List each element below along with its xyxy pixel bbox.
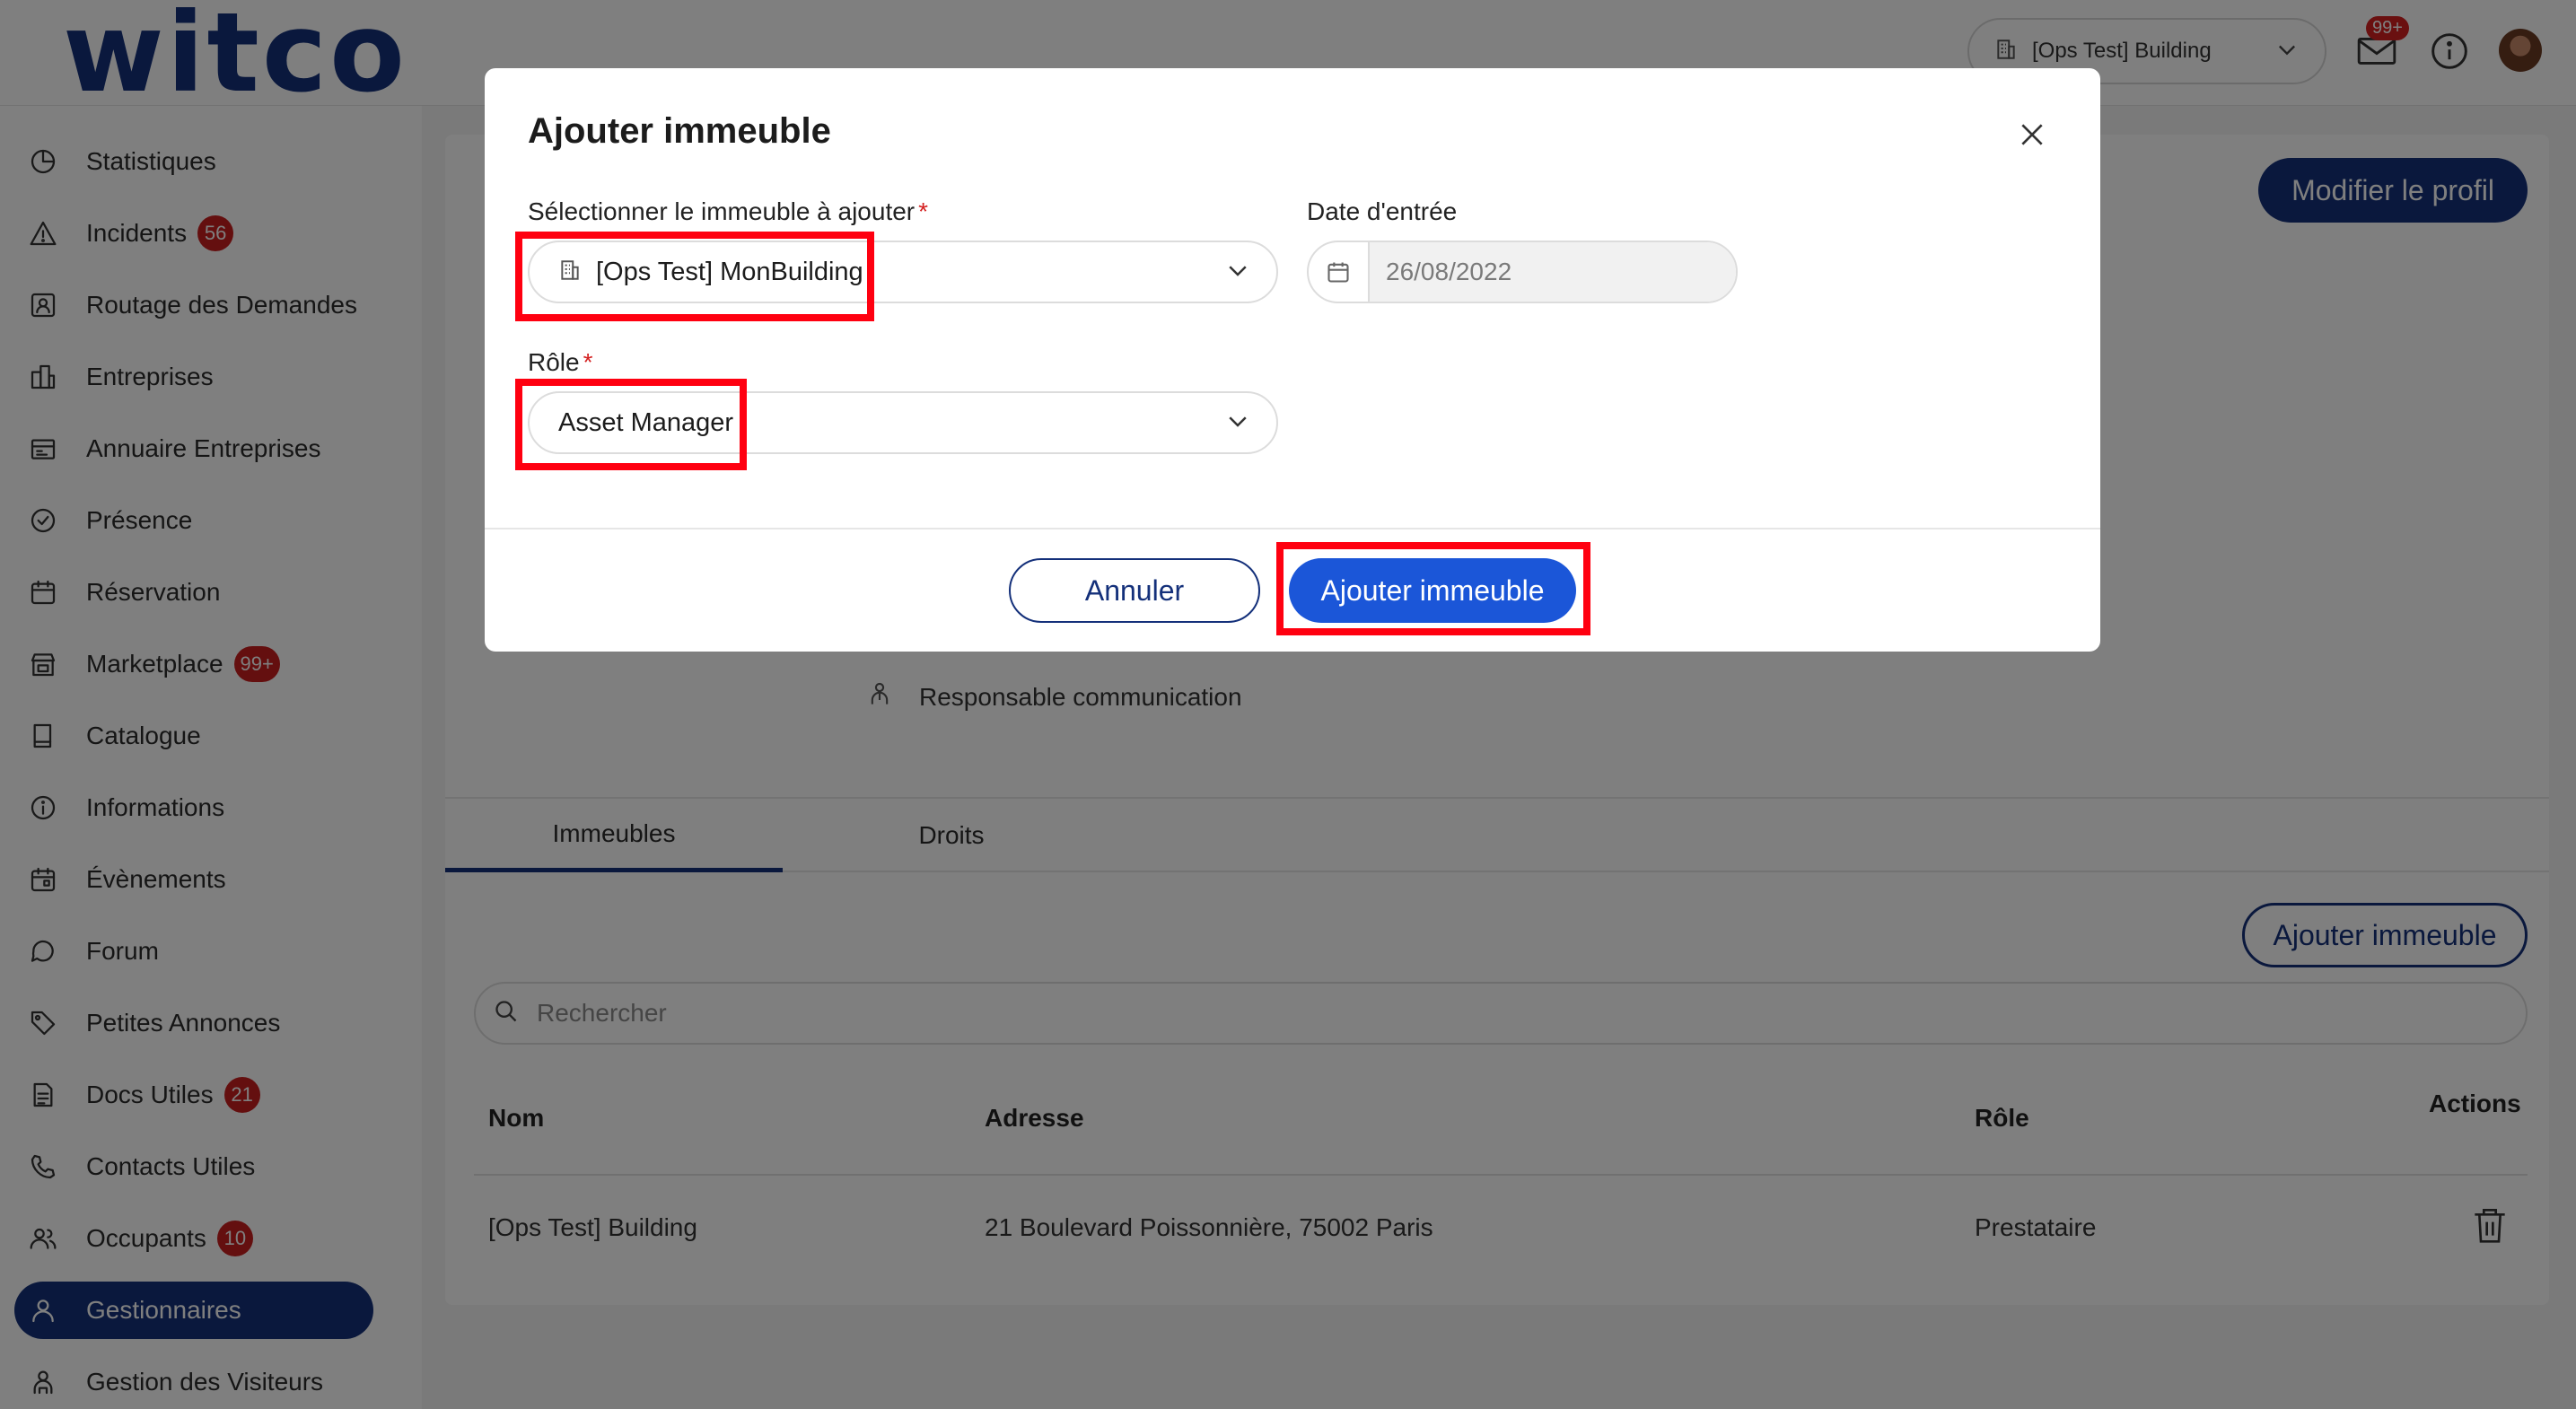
entry-date-value: 26/08/2022 [1370, 242, 1736, 302]
building-field-label: Sélectionner le immeuble à ajouter * [528, 197, 928, 226]
highlight-box [1276, 542, 1590, 635]
entry-date-field[interactable]: 26/08/2022 [1307, 241, 1738, 303]
modal-title: Ajouter immeuble [528, 111, 831, 151]
close-icon[interactable] [2011, 113, 2054, 156]
date-field-label: Date d'entrée [1307, 197, 1458, 225]
cancel-button[interactable]: Annuler [1009, 558, 1260, 623]
highlight-box [515, 379, 747, 470]
role-field-label: Rôle * [528, 348, 593, 377]
building-field-label-text: Sélectionner le immeuble à ajouter [528, 197, 916, 225]
add-building-modal: Ajouter immeuble Sélectionner le immeubl… [485, 68, 2100, 652]
modal-divider [485, 528, 2100, 529]
chevron-down-icon [1224, 407, 1251, 439]
required-mark: * [583, 348, 593, 376]
calendar-icon[interactable] [1309, 242, 1370, 302]
role-field-label-text: Rôle [528, 348, 580, 376]
chevron-down-icon [1224, 257, 1251, 288]
highlight-box [515, 232, 874, 321]
required-mark: * [918, 197, 929, 225]
